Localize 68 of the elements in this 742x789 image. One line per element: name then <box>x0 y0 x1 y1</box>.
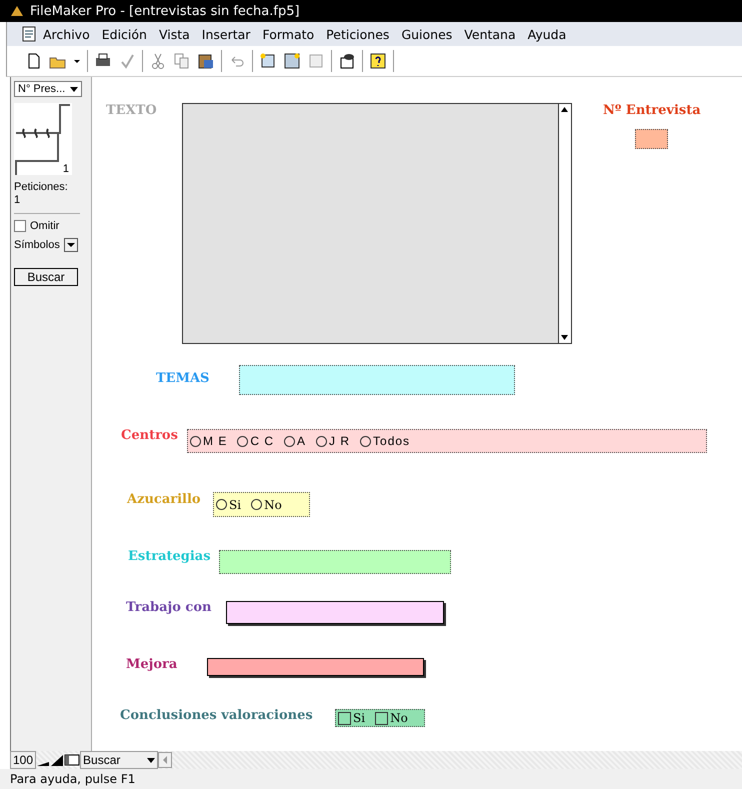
checkbox[interactable] <box>338 712 351 724</box>
option-label: Si <box>353 711 366 725</box>
zoom-level[interactable]: 100 <box>10 751 36 769</box>
option-label: M E <box>203 434 228 448</box>
status-text: Para ayuda, pulse F1 <box>10 772 136 786</box>
clipboard-icon[interactable] <box>197 52 215 70</box>
dropdown-icon[interactable] <box>64 238 78 252</box>
field-label: Trabajo con <box>126 600 212 615</box>
input-field[interactable] <box>207 658 424 676</box>
field-label: Nº Entrevista <box>603 103 701 118</box>
radio-group[interactable]: Si No <box>213 492 310 517</box>
document-icon[interactable] <box>21 26 37 42</box>
mode-dropdown[interactable]: Buscar <box>80 751 158 769</box>
omit-label: Omitir <box>30 220 60 232</box>
radio-group[interactable]: M E C C A J R Todos <box>187 429 707 453</box>
menu-item[interactable]: Insertar <box>196 26 256 42</box>
requests-label: Peticiones: 1 <box>14 181 68 207</box>
field-label: TEMAS <box>156 371 210 386</box>
book-drawing[interactable] <box>14 103 72 175</box>
help-icon[interactable] <box>369 52 387 70</box>
copy-icon[interactable] <box>173 52 191 70</box>
menu-item[interactable]: Guiones <box>395 26 458 42</box>
radio-button[interactable] <box>237 436 248 446</box>
option-label: Si <box>229 498 242 512</box>
page-number: 1 <box>62 163 69 175</box>
option-label: J R <box>329 434 350 448</box>
input-field[interactable] <box>635 129 668 149</box>
field-label: Centros <box>121 428 178 443</box>
radio-button[interactable] <box>316 436 328 446</box>
radio-button[interactable] <box>360 436 372 446</box>
field-label: Azucarillo <box>127 492 201 507</box>
input-field[interactable] <box>239 365 515 395</box>
option-label: No <box>264 498 282 512</box>
window-title: FileMaker Pro - [entrevistas sin fecha.fp5] <box>30 4 300 18</box>
radio-button[interactable] <box>251 499 262 510</box>
app-icon <box>10 4 24 18</box>
option-label: Todos <box>373 434 410 448</box>
zoom-in-icon[interactable] <box>50 753 64 767</box>
field-label: Mejora <box>126 657 178 672</box>
input-field[interactable] <box>219 550 451 574</box>
menu-item[interactable]: Vista <box>152 26 196 42</box>
database-icon[interactable] <box>338 52 356 70</box>
omit-checkbox[interactable] <box>14 220 26 232</box>
scissors-icon[interactable] <box>149 52 167 70</box>
menu-item[interactable]: Peticiones <box>320 26 396 42</box>
option-label: C C <box>250 434 274 448</box>
checkbox-group[interactable]: Si No <box>335 709 425 727</box>
option-label: No <box>390 711 408 725</box>
caret-icon <box>147 758 156 762</box>
menu-item[interactable]: Formato <box>256 26 320 42</box>
field-label: TEXTO <box>106 103 157 118</box>
layout-dropdown[interactable]: N° Pres... <box>14 81 82 97</box>
radio-button[interactable] <box>284 436 296 446</box>
radio-button[interactable] <box>216 499 227 510</box>
status-area-icon[interactable] <box>64 753 80 767</box>
input-field[interactable] <box>226 601 444 624</box>
option-label: A <box>297 434 306 448</box>
radio-button[interactable] <box>190 436 201 446</box>
menu-item[interactable]: Ventana <box>458 26 522 42</box>
field-label: Conclusiones valoraciones <box>120 708 313 723</box>
find-button[interactable]: Buscar <box>14 268 78 286</box>
symbols-label: Símbolos <box>14 239 60 251</box>
menu-item[interactable]: Edición <box>96 26 153 42</box>
checkbox[interactable] <box>375 712 388 724</box>
menu-item[interactable]: Archivo <box>37 26 96 42</box>
menu-item[interactable]: Ayuda <box>522 26 572 42</box>
caret-icon <box>70 86 78 92</box>
field-label: Estrategias <box>128 549 211 564</box>
